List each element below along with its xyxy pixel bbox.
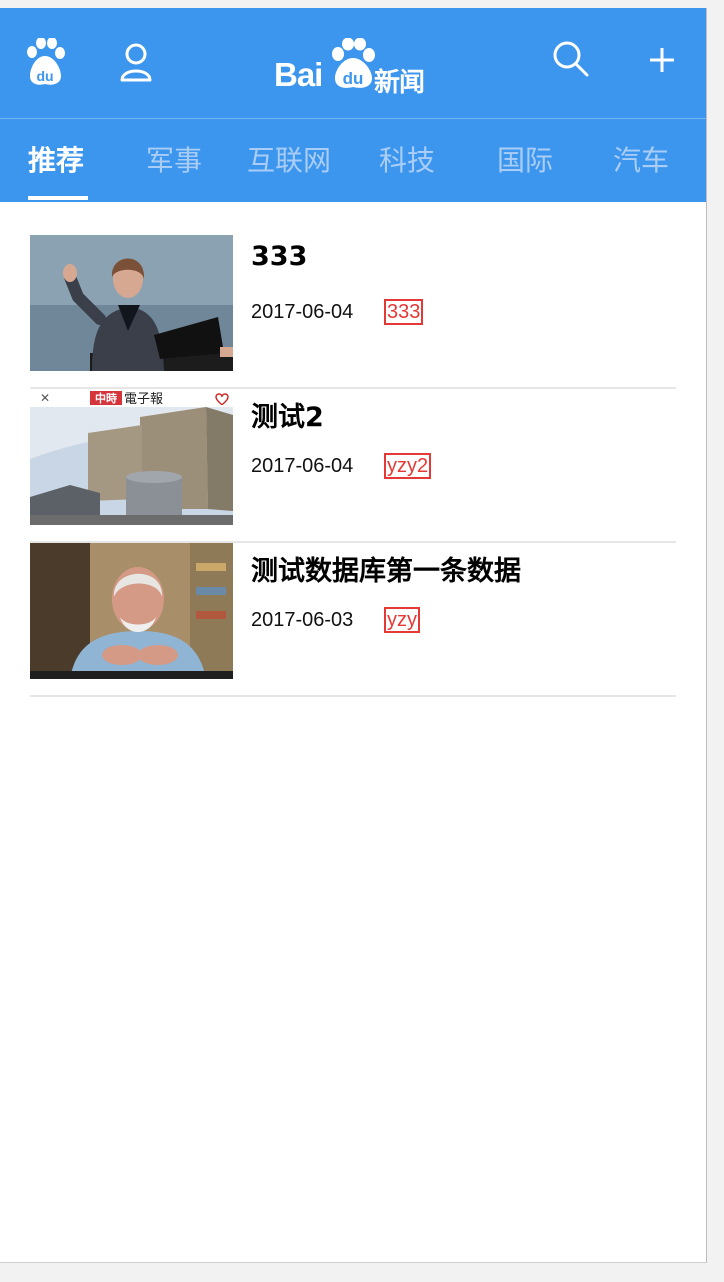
news-item[interactable]: 333 2017-06-04 333 — [30, 235, 676, 389]
news-item[interactable]: 测试数据库第一条数据 2017-06-03 yzy — [30, 543, 676, 697]
logo-latin: Bai — [274, 56, 323, 93]
news-tag: 333 — [384, 299, 424, 325]
tab-recommend[interactable]: 推荐 — [28, 139, 84, 179]
news-thumbnail[interactable] — [30, 543, 233, 679]
top-bar: du Bai du 新闻 — [0, 8, 706, 118]
thumb-banner-text: 電子報 — [124, 392, 163, 407]
paw-icon[interactable]: du — [24, 38, 66, 88]
news-tag: yzy — [384, 607, 420, 633]
active-tab-indicator — [28, 196, 88, 200]
tab-tech[interactable]: 科技 — [379, 139, 435, 179]
news-date: 2017-06-04 — [251, 455, 354, 477]
close-icon: ✕ — [40, 391, 50, 405]
tab-military[interactable]: 军事 — [146, 139, 202, 179]
app-frame: du Bai du 新闻 推荐 军事 互联网 科技 国际 汽车 333 2017… — [0, 8, 707, 1263]
channel-tabs: 推荐 军事 互联网 科技 国际 汽车 — [0, 118, 706, 202]
news-tag: yzy2 — [384, 453, 432, 479]
news-thumbnail[interactable] — [30, 235, 233, 371]
news-title[interactable]: 测试数据库第一条数据 — [251, 549, 521, 588]
news-title[interactable]: 333 — [251, 241, 307, 272]
logo-paw-icon: du — [332, 38, 375, 88]
logo-cn: 新闻 — [374, 68, 425, 98]
news-item[interactable]: ✕ 中時 電子報 测试2 2017-06-04 yzy2 — [30, 389, 676, 543]
baidu-news-logo: Bai du 新闻 — [272, 38, 442, 98]
thumb-banner-brand: 中時 — [95, 391, 117, 405]
plus-icon[interactable] — [646, 44, 678, 76]
news-date: 2017-06-03 — [251, 609, 354, 631]
tab-auto[interactable]: 汽车 — [613, 139, 669, 179]
news-title[interactable]: 测试2 — [251, 395, 324, 434]
news-date: 2017-06-04 — [251, 301, 354, 323]
search-icon[interactable] — [550, 38, 592, 80]
tab-internet[interactable]: 互联网 — [247, 139, 331, 179]
news-thumbnail[interactable]: ✕ 中時 電子報 — [30, 389, 233, 525]
user-icon[interactable] — [118, 40, 154, 84]
tab-international[interactable]: 国际 — [497, 139, 553, 179]
logo-paw-text: du — [343, 69, 364, 88]
svg-text:du: du — [36, 68, 53, 84]
